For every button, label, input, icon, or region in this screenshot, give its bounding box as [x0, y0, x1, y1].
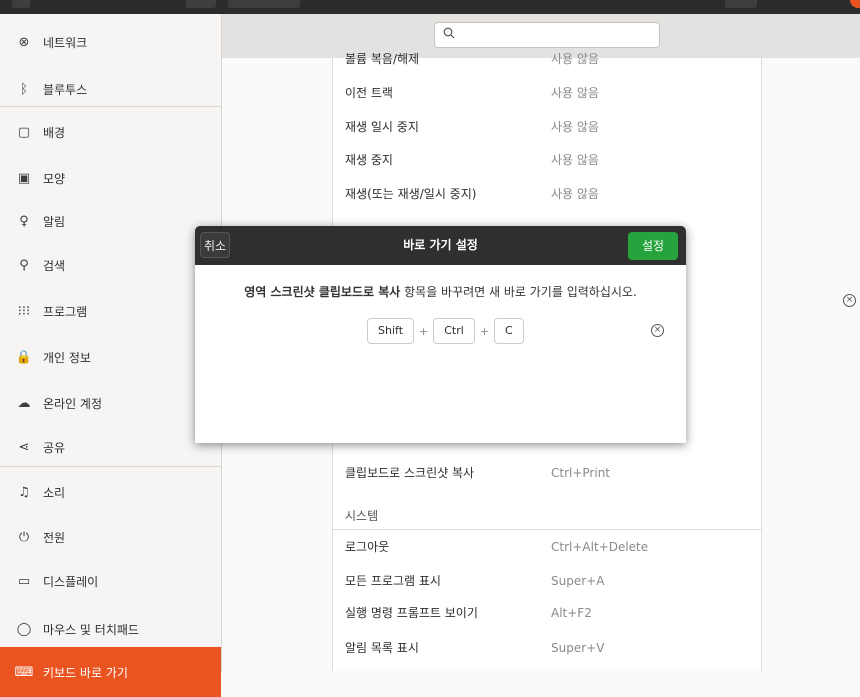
sidebar-item-label: 디스플레이 [43, 574, 99, 589]
sidebar-item-keyboard-shortcuts[interactable]: ⌨ 키보드 바로 가기 [0, 647, 221, 697]
sidebar-item-label: 온라인 계정 [43, 396, 103, 411]
shortcut-row[interactable]: 이전 트랙 사용 않음 [333, 76, 761, 110]
network-icon: ⊗ [18, 34, 30, 50]
sidebar-item-displays[interactable]: ▭ 디스플레이 [0, 556, 221, 606]
shortcut-row[interactable]: 실행 명령 프롬프트 보이기 Alt+F2 [333, 596, 761, 630]
plus-sign: + [419, 324, 429, 338]
sidebar-item-label: 검색 [43, 258, 66, 273]
cancel-button[interactable]: 취소 [200, 232, 230, 258]
key-cap: Ctrl [433, 318, 475, 344]
sidebar-item-label: 공유 [43, 440, 66, 455]
sidebar-item-label: 개인 정보 [43, 350, 91, 365]
sidebar-item-applications[interactable]: ⁝⁝⁝ 프로그램 [0, 286, 221, 336]
power-icon: ⏻ [18, 529, 30, 545]
sidebar-item-label: 전원 [43, 530, 66, 545]
mouse-icon: ◯ [16, 621, 32, 637]
message-text: 항목을 바꾸려면 새 바로 가기를 입력하십시오. [400, 285, 637, 299]
shortcut-name: 영역 스크린샷 클립보드로 복사 [244, 285, 401, 299]
background-icon: ▢ [17, 124, 31, 140]
lock-icon: 🔒 [15, 349, 33, 365]
keyboard-icon: ⌨ [14, 664, 34, 680]
shortcut-row[interactable]: 재생 일시 중지 사용 않음 [333, 110, 761, 144]
key-cap: C [494, 318, 524, 344]
sidebar-item-power[interactable]: ⏻ 전원 [0, 512, 221, 562]
sidebar-item-label: 알림 [43, 214, 66, 229]
music-note-icon: ♫ [18, 484, 30, 500]
sidebar-item-privacy[interactable]: 🔒 개인 정보 [0, 332, 221, 382]
sidebar-item-notifications[interactable]: ♀ 알림 [0, 196, 221, 246]
shortcut-row[interactable]: 모든 프로그램 표시 Super+A [333, 564, 761, 598]
sidebar-item-label: 블루투스 [43, 82, 88, 97]
display-icon: ▭ [17, 573, 31, 589]
apps-grid-icon: ⁝⁝⁝ [17, 303, 31, 319]
close-window-button[interactable] [850, 0, 860, 8]
shortcut-row[interactable]: 알림 목록 표시 Super+V [333, 631, 761, 665]
search-icon: ⚲ [19, 257, 29, 273]
clear-shortcut-icon[interactable]: × [843, 294, 856, 307]
sidebar-item-label: 네트워크 [43, 35, 88, 50]
sidebar-item-sharing[interactable]: ⋖ 공유 [0, 422, 221, 472]
search-input[interactable] [434, 22, 660, 48]
share-icon: ⋖ [18, 439, 30, 455]
sidebar-item-online-accounts[interactable]: ☁ 온라인 계정 [0, 378, 221, 428]
settings-sidebar: ⊗ 네트워크 ᛒ 블루투스 ▢ 배경 ▣ 모양 ♀ 알림 ⚲ 검색 ⁝⁝⁝ 프로그램 🔒 개인 … [0, 14, 222, 697]
sidebar-item-label: 모양 [43, 171, 66, 186]
panel-button[interactable] [228, 0, 300, 8]
key-cap: Shift [367, 318, 415, 344]
sidebar-item-network[interactable]: ⊗ 네트워크 [0, 17, 221, 67]
dialog-title: 바로 가기 설정 [403, 238, 478, 252]
back-button[interactable] [186, 0, 216, 8]
dialog-header: 바로 가기 설정 취소 설정 [195, 226, 686, 265]
sidebar-item-label: 소리 [43, 485, 66, 500]
clear-shortcut-icon[interactable]: × [651, 324, 664, 337]
sidebar-item-label: 마우스 및 터치패드 [43, 622, 139, 637]
bluetooth-icon: ᛒ [20, 81, 28, 97]
shortcut-row[interactable]: 재생(또는 재생/일시 중지) 사용 않음 [333, 177, 761, 211]
sidebar-item-label: 배경 [43, 125, 66, 140]
key-combination: Shift + Ctrl + C [367, 317, 524, 345]
section-title-system: 시스템 [345, 509, 379, 523]
sidebar-item-label: 키보드 바로 가기 [43, 665, 128, 680]
plus-sign: + [479, 324, 490, 338]
shortcut-row[interactable]: 클립보드로 스크린샷 복사 Ctrl+Print [333, 456, 761, 490]
appearance-icon: ▣ [17, 170, 31, 186]
shortcut-row[interactable]: 재생 중지 사용 않음 [333, 143, 761, 177]
search-icon [443, 27, 455, 42]
sidebar-item-sound[interactable]: ♫ 소리 [0, 467, 221, 517]
cloud-icon: ☁ [17, 395, 31, 411]
menu-button[interactable] [725, 0, 757, 8]
sidebar-item-label: 프로그램 [43, 304, 88, 319]
content-header [222, 14, 860, 59]
bell-icon: ♀ [19, 213, 29, 229]
set-shortcut-dialog: 바로 가기 설정 취소 설정 영역 스크린샷 클립보드로 복사 항목을 바꾸려면… [195, 226, 686, 443]
sidebar-item-search[interactable]: ⚲ 검색 [0, 240, 221, 290]
set-button[interactable]: 설정 [628, 232, 678, 260]
shortcut-row[interactable]: 로그아웃 Ctrl+Alt+Delete [333, 530, 761, 564]
top-panel [0, 0, 860, 14]
window-control[interactable] [12, 0, 30, 8]
sidebar-item-background[interactable]: ▢ 배경 [0, 107, 221, 157]
dialog-message: 영역 스크린샷 클립보드로 복사 항목을 바꾸려면 새 바로 가기를 입력하십시… [195, 283, 686, 300]
